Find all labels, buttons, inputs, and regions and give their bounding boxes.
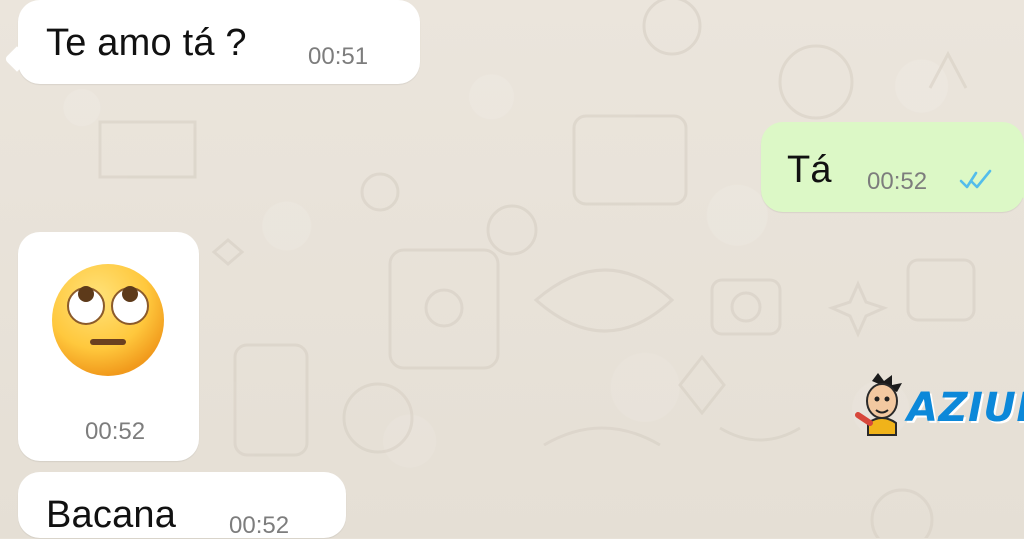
message-text: Bacana (46, 494, 177, 536)
message-time: 00:52 (85, 418, 146, 445)
message-bubble-bacana[interactable]: Bacana 00:52 (18, 472, 346, 538)
rolling-eyes-emoji (52, 264, 164, 376)
double-check-icon (959, 169, 992, 189)
message-time: 00:52 (229, 512, 290, 539)
message-bubble-emoji[interactable]: 00:52 (18, 232, 199, 461)
watermark-text: AZIUM (907, 385, 1024, 431)
message-text: Te amo tá ? (46, 22, 247, 64)
message-bubble-te-amo[interactable]: Te amo tá ? 00:51 (18, 0, 420, 84)
watermark-logo: AZIUM (854, 371, 1024, 441)
cartoon-face-icon (855, 373, 902, 436)
message-time: 00:51 (308, 43, 369, 70)
message-text: Tá (787, 149, 832, 191)
message-time: 00:52 (867, 168, 928, 195)
message-bubble-ta[interactable]: Tá 00:52 (761, 122, 1024, 212)
